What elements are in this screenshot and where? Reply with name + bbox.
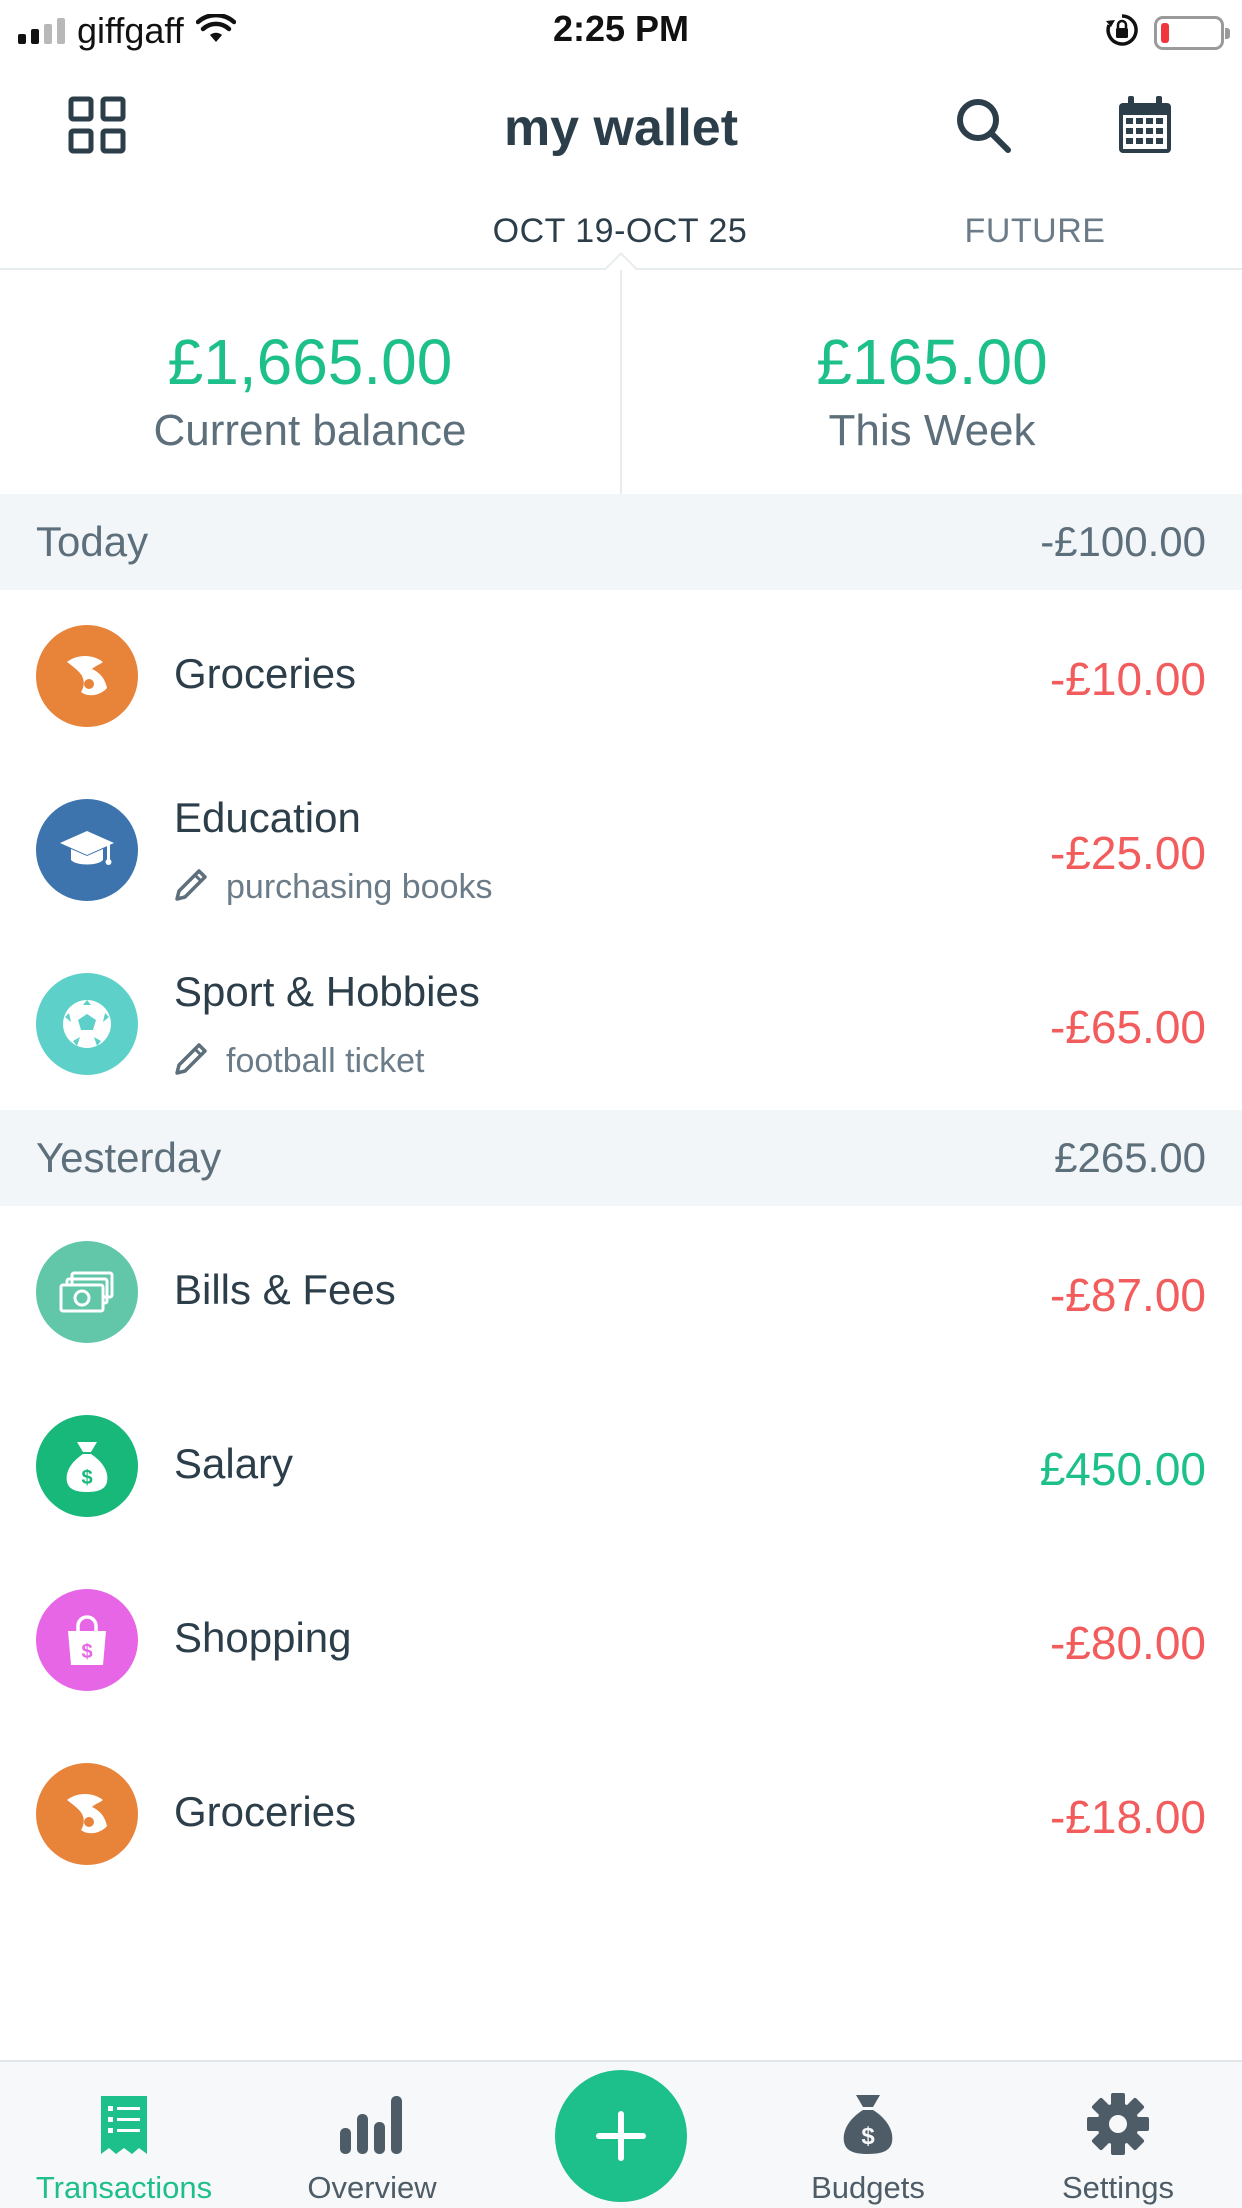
transaction-category: Salary bbox=[174, 1440, 294, 1487]
transaction-amount: -£18.00 bbox=[1049, 1791, 1206, 1843]
summary-panel: £1,665.00 Current balance £165.00 This W… bbox=[0, 270, 1242, 494]
banknotes-icon bbox=[36, 1241, 138, 1343]
battery-icon bbox=[1154, 15, 1230, 50]
transaction-amount: -£87.00 bbox=[1049, 1269, 1206, 1321]
status-right bbox=[1104, 12, 1230, 53]
pencil-icon bbox=[174, 1038, 212, 1085]
gear-icon bbox=[994, 2084, 1242, 2156]
transaction-category: Bills & Fees bbox=[174, 1266, 396, 1313]
transaction-row[interactable]: $ Salary £450.00 bbox=[0, 1380, 1242, 1554]
transaction-row[interactable]: Groceries -£18.00 bbox=[0, 1728, 1242, 1902]
nav-overview[interactable]: Overview bbox=[248, 2084, 496, 2206]
nav-label: Transactions bbox=[35, 2170, 213, 2205]
svg-text:$: $ bbox=[861, 2123, 875, 2150]
transaction-amount: -£25.00 bbox=[1049, 827, 1206, 879]
current-balance-box[interactable]: £1,665.00 Current balance bbox=[0, 330, 620, 456]
svg-text:$: $ bbox=[81, 1641, 92, 1663]
search-icon[interactable] bbox=[948, 90, 1018, 160]
status-time: 2:25 PM bbox=[552, 8, 690, 49]
tab-current-week[interactable]: OCT 19-OCT 25 bbox=[420, 212, 820, 251]
current-balance-amount: £1,665.00 bbox=[167, 326, 453, 398]
orientation-lock-icon bbox=[1104, 12, 1140, 53]
transaction-note-text: football ticket bbox=[226, 1042, 425, 1080]
period-tabs: OCT 19-OCT 25 FUTURE bbox=[0, 200, 1242, 286]
receipt-icon bbox=[0, 2084, 248, 2156]
section-label: Today bbox=[36, 518, 149, 565]
nav-settings[interactable]: Settings bbox=[994, 2084, 1242, 2206]
section-header-yesterday: Yesterday £265.00 bbox=[0, 1110, 1242, 1206]
bar-chart-icon bbox=[248, 2084, 496, 2156]
money-bag-icon: $ bbox=[744, 2084, 992, 2156]
this-week-amount: £165.00 bbox=[816, 326, 1048, 398]
transaction-row[interactable]: Sport & Hobbies football ticket -£65.00 bbox=[0, 938, 1242, 1112]
this-week-box[interactable]: £165.00 This Week bbox=[622, 330, 1242, 456]
money-bag-icon: $ bbox=[36, 1415, 138, 1517]
transaction-amount: -£65.00 bbox=[1049, 1001, 1206, 1053]
section-label: Yesterday bbox=[36, 1134, 222, 1181]
tab-future[interactable]: FUTURE bbox=[900, 212, 1170, 251]
this-week-label: This Week bbox=[828, 406, 1036, 455]
transaction-amount: £450.00 bbox=[1039, 1443, 1206, 1495]
transaction-category: Groceries bbox=[174, 1788, 357, 1835]
transaction-note: purchasing books bbox=[174, 864, 493, 911]
section-total: £265.00 bbox=[1054, 1134, 1206, 1181]
transaction-category: Sport & Hobbies bbox=[174, 968, 480, 1015]
section-total: -£100.00 bbox=[1040, 518, 1206, 565]
transaction-row[interactable]: Groceries -£10.00 bbox=[0, 590, 1242, 764]
transaction-amount: -£10.00 bbox=[1049, 653, 1206, 705]
shopping-bag-icon: $ bbox=[36, 1589, 138, 1691]
croissant-icon bbox=[36, 1763, 138, 1865]
transaction-note: football ticket bbox=[174, 1038, 424, 1085]
app-header: my wallet bbox=[0, 62, 1242, 192]
croissant-icon bbox=[36, 625, 138, 727]
transaction-row[interactable]: Education purchasing books -£25.00 bbox=[0, 764, 1242, 938]
add-transaction-button[interactable] bbox=[555, 2070, 687, 2202]
nav-label: Overview bbox=[307, 2170, 437, 2205]
plus-icon bbox=[596, 2111, 646, 2161]
transaction-category: Groceries bbox=[174, 650, 357, 697]
status-bar: giffgaff 2:25 PM bbox=[0, 0, 1242, 62]
graduation-cap-icon bbox=[36, 799, 138, 901]
nav-budgets[interactable]: $ Budgets bbox=[744, 2084, 992, 2206]
transaction-note-text: purchasing books bbox=[226, 868, 493, 906]
page-title: my wallet bbox=[503, 99, 739, 157]
nav-transactions[interactable]: Transactions bbox=[0, 2084, 248, 2206]
transaction-amount: -£80.00 bbox=[1049, 1617, 1206, 1669]
pencil-icon bbox=[174, 864, 212, 911]
battery-level bbox=[1161, 22, 1169, 43]
svg-text:$: $ bbox=[81, 1467, 92, 1489]
transaction-category: Shopping bbox=[174, 1614, 352, 1661]
transaction-row[interactable]: Bills & Fees -£87.00 bbox=[0, 1206, 1242, 1380]
section-header-today: Today -£100.00 bbox=[0, 494, 1242, 590]
nav-label: Settings bbox=[1061, 2170, 1174, 2205]
soccer-ball-icon bbox=[36, 973, 138, 1075]
transaction-row[interactable]: $ Shopping -£80.00 bbox=[0, 1554, 1242, 1728]
transaction-category: Education bbox=[174, 794, 361, 841]
nav-label: Budgets bbox=[811, 2170, 925, 2205]
calendar-icon[interactable] bbox=[1110, 90, 1180, 160]
current-balance-label: Current balance bbox=[153, 406, 467, 455]
